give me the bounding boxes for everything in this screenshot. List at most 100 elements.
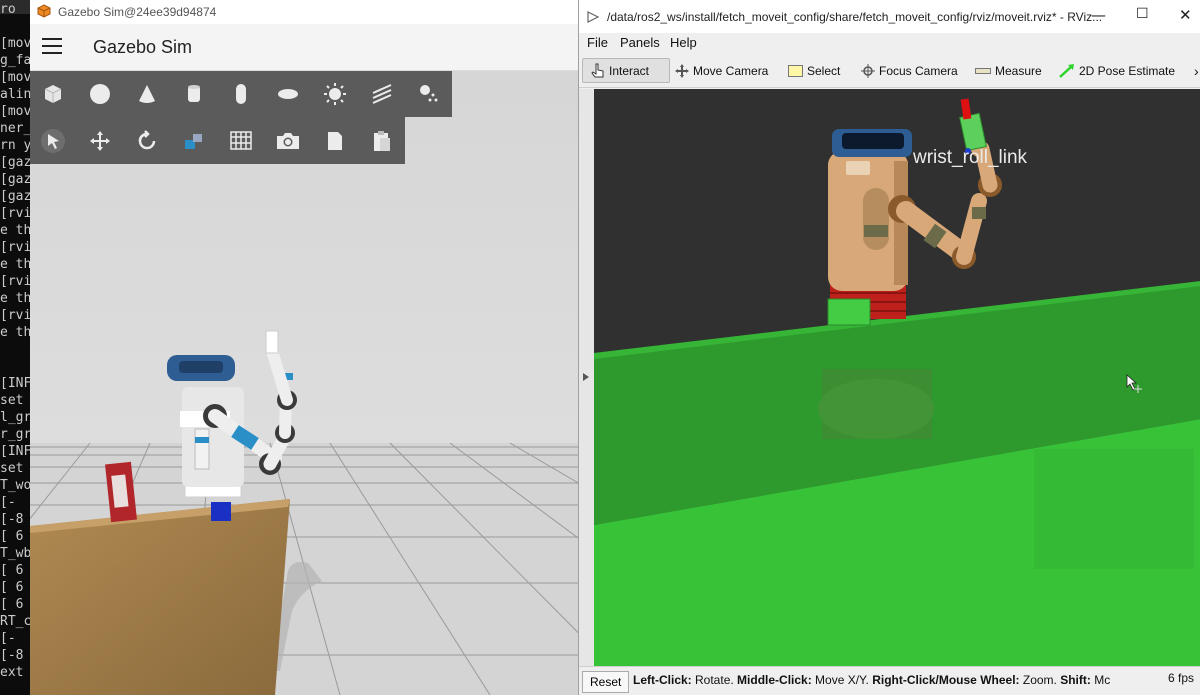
ruler-icon <box>975 67 991 74</box>
terminal-line: T_wb <box>0 546 30 561</box>
terminal-line: rn y <box>0 138 30 153</box>
terminal-line: [rvi <box>0 206 30 221</box>
rviz-statusbar: Reset Left-Click: Rotate. Middle-Click: … <box>579 666 1200 695</box>
tool-focus-camera[interactable]: Focus Camera <box>861 58 958 83</box>
point-light-icon[interactable] <box>311 71 358 117</box>
terminal-window[interactable]: ro [mov g_fa [mov alin [mov ner_rn y [gaz [gaz [g… <box>0 0 30 695</box>
terminal-line: e th <box>0 257 30 272</box>
hint-right-click-action: Zoom. <box>1019 673 1061 687</box>
robot-reflection <box>818 369 934 439</box>
gazebo-window[interactable]: Gazebo Sim@24ee39d94874 Gazebo Sim <box>30 0 578 695</box>
terminal-line: [gaz <box>0 155 30 170</box>
mouse-hint-text: Left-Click: Rotate. Middle-Click: Move X… <box>633 673 1138 687</box>
sphere-icon[interactable] <box>77 71 124 117</box>
maximize-icon[interactable]: ☐ <box>1136 6 1149 22</box>
hint-middle-click-action: Move X/Y. <box>811 673 873 687</box>
gazebo-window-title: Gazebo Sim@24ee39d94874 <box>58 5 217 19</box>
rviz-titlebar: /data/ros2_ws/install/fetch_moveit_confi… <box>579 0 1200 33</box>
reset-button[interactable]: Reset <box>582 671 630 693</box>
copy-icon[interactable] <box>311 118 358 164</box>
gazebo-app-title: Gazebo Sim <box>93 37 193 57</box>
expand-panel-icon[interactable] <box>583 373 589 381</box>
gazebo-3d-viewport[interactable] <box>30 71 578 695</box>
toolbar-overflow-button[interactable]: › <box>1194 58 1199 83</box>
rviz-menubar: File Panels Help <box>579 33 1200 53</box>
tool-select[interactable]: Select <box>788 58 840 83</box>
tool-focus-camera-label: Focus Camera <box>879 63 958 78</box>
scale-icon[interactable] <box>171 118 218 164</box>
hint-shift-action: Mc <box>1090 673 1111 687</box>
terminal-line: g_fa <box>0 53 30 68</box>
menu-panels[interactable]: Panels <box>620 35 660 50</box>
terminal-line: [gaz <box>0 189 30 204</box>
tool-move-camera[interactable]: Move Camera <box>675 58 768 83</box>
terminal-line: [rvi <box>0 240 30 255</box>
terminal-line: [-8 <box>0 512 24 527</box>
rviz-3d-view[interactable]: wrist_roll_link <box>594 89 1200 666</box>
menu-help[interactable]: Help <box>670 35 697 50</box>
hint-left-click-key: Left-Click: <box>633 673 692 687</box>
terminal-line: [ 6 <box>0 563 24 578</box>
terminal-line: ner_ <box>0 121 30 136</box>
terminal-line: [- <box>0 631 16 646</box>
terminal-line: [mov <box>0 70 30 85</box>
capsule-icon[interactable] <box>218 71 265 117</box>
terminal-line: T_wo <box>0 478 30 493</box>
rviz-window-title: /data/ros2_ws/install/fetch_moveit_confi… <box>607 10 1103 24</box>
rotate-icon[interactable] <box>124 118 171 164</box>
terminal-line: [rvi <box>0 274 30 289</box>
frame-label-wrist-roll-link: wrist_roll_link <box>913 147 1028 168</box>
terminal-line: ro <box>0 2 16 17</box>
paste-icon[interactable] <box>358 118 405 164</box>
rviz-collapsed-panel-strip[interactable] <box>579 89 594 666</box>
box-icon[interactable] <box>30 71 77 117</box>
grid-snap-icon[interactable] <box>218 118 265 164</box>
tool-move-camera-label: Move Camera <box>693 63 769 78</box>
terminal-line: e th <box>0 325 30 340</box>
terminal-line: alin <box>0 87 30 102</box>
tool-measure[interactable]: Measure <box>975 58 1042 83</box>
hint-left-click-action: Rotate. <box>691 673 738 687</box>
hand-cursor-icon <box>591 63 604 77</box>
spot-light-icon[interactable] <box>405 71 452 117</box>
screenshot-icon[interactable] <box>264 118 311 164</box>
cone-icon[interactable] <box>124 71 171 117</box>
move-camera-icon <box>675 63 689 78</box>
gazebo-titlebar: Gazebo Sim@24ee39d94874 <box>30 0 578 25</box>
rviz-toolbar: Interact Move Camera Select Focus Camera… <box>579 54 1200 88</box>
terminal-line: [rvi <box>0 308 30 323</box>
terminal-line: [ 6 <box>0 597 24 612</box>
terminal-line: e th <box>0 223 30 238</box>
translate-icon[interactable] <box>77 118 124 164</box>
terminal-line: [mov <box>0 36 30 51</box>
ellipsoid-icon[interactable] <box>264 71 311 117</box>
terminal-line: e th <box>0 291 30 306</box>
close-icon[interactable]: ✕ <box>1179 6 1192 24</box>
terminal-line: l_gr <box>0 410 30 425</box>
cylinder-icon[interactable] <box>171 71 218 117</box>
directional-light-icon[interactable] <box>358 71 405 117</box>
select-icon[interactable] <box>30 118 77 164</box>
tool-select-label: Select <box>807 63 841 78</box>
tool-interact[interactable]: Interact <box>582 58 670 83</box>
hint-middle-click-key: Middle-Click: <box>737 673 812 687</box>
focus-camera-icon <box>861 63 875 78</box>
terminal-line: set <box>0 461 24 476</box>
minimize-icon[interactable]: — <box>1091 6 1106 24</box>
terminal-line: [- <box>0 495 16 510</box>
tool-2d-pose-estimate-label: 2D Pose Estimate <box>1079 63 1176 78</box>
terminal-line: r_gr <box>0 427 30 442</box>
tool-2d-pose-estimate[interactable]: 2D Pose Estimate <box>1059 58 1175 83</box>
terminal-line: [INF <box>0 444 30 459</box>
fps-readout: 6 fps <box>1167 671 1194 685</box>
hamburger-menu-icon[interactable] <box>42 38 62 59</box>
terminal-line: [ 6 <box>0 580 24 595</box>
terminal-line: [mov <box>0 104 30 119</box>
tool-interact-label: Interact <box>609 63 650 78</box>
gazebo-scene <box>30 71 578 695</box>
rviz-logo-icon <box>587 11 600 23</box>
terminal-line: [gaz <box>0 172 30 187</box>
gazebo-logo-icon <box>37 4 51 18</box>
menu-file[interactable]: File <box>587 35 608 50</box>
rviz-window[interactable]: /data/ros2_ws/install/fetch_moveit_confi… <box>578 0 1200 695</box>
